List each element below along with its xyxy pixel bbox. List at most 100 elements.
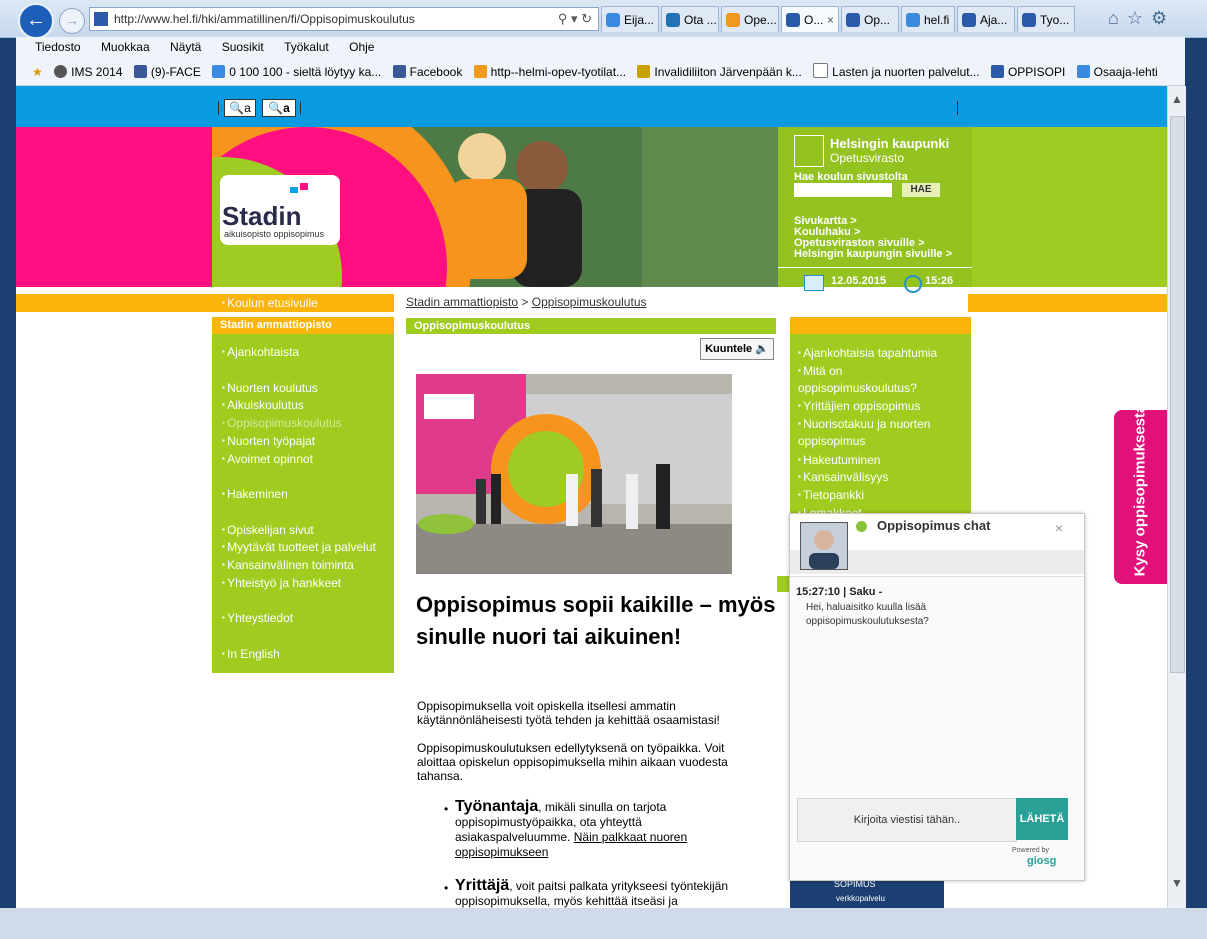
left-nav-item[interactable]: Avoimet opinnot	[222, 452, 313, 466]
logo-square-icon	[300, 183, 308, 190]
left-nav-item[interactable]: Aikuiskoulutus	[222, 398, 304, 412]
zoom-in-button[interactable]: 🔍a	[262, 99, 296, 117]
search-button[interactable]: HAE	[902, 183, 940, 197]
speaker-icon: 🔈	[755, 343, 769, 355]
fav-item[interactable]: Facebook	[392, 59, 462, 85]
entrepreneur-bullet: Yrittäjä, voit paitsi palkata yrityksees…	[455, 877, 729, 909]
content-photo	[416, 374, 732, 574]
left-nav-item[interactable]: Myytävät tuotteet ja palvelut	[222, 540, 376, 554]
address-bar[interactable]: http://www.hel.fi/hki/ammatillinen/fi/Op…	[89, 7, 599, 31]
favorites-bar: ★ IMS 2014 (9)-FACE 0 100 100 - sieltä l…	[16, 59, 1185, 86]
left-nav-item[interactable]: Yhteystiedot	[222, 611, 293, 625]
opev-icon	[473, 65, 487, 78]
left-nav-title: Stadin ammattiopisto	[212, 317, 394, 334]
tab-6[interactable]: hel.fi	[901, 6, 955, 32]
logo-square-icon	[290, 187, 298, 193]
chat-message-text: Hei, haluaisitko kuulla lisää oppisopimu…	[806, 602, 929, 627]
listen-button[interactable]: Kuuntele 🔈	[700, 338, 774, 360]
right-nav-item[interactable]: Tietopankki	[798, 486, 864, 504]
time-text: 15:26	[925, 275, 954, 287]
chat-close-icon[interactable]: ×	[1055, 520, 1063, 536]
chat-send-button[interactable]: LÄHETÄ	[1016, 798, 1068, 840]
left-nav-item[interactable]: Kansainvälinen toiminta	[222, 558, 354, 572]
right-nav-item[interactable]: Hakeutuminen	[798, 451, 880, 469]
divider	[300, 101, 301, 115]
logo-subtext: aikuisopisto oppisopimus	[224, 229, 325, 239]
giosg-logo[interactable]: giosg	[1027, 855, 1056, 867]
left-nav-item[interactable]: Ajankohtaista	[222, 345, 299, 359]
divider	[218, 101, 219, 115]
menu-view[interactable]: Näytä	[170, 40, 201, 54]
back-button[interactable]: ←	[18, 3, 54, 39]
site-search-input[interactable]	[794, 183, 892, 197]
facebook-icon	[392, 65, 406, 78]
tab-7[interactable]: Aja...	[957, 6, 1015, 32]
address-controls-icon[interactable]: ⚲ ▾ ↻	[558, 8, 592, 30]
right-nav-item[interactable]: Kansainvälisyys	[798, 468, 888, 486]
left-nav-item[interactable]: In English	[222, 647, 280, 661]
home-favorites-settings-icons[interactable]: ⌂☆⚙	[1108, 8, 1175, 29]
tab-8[interactable]: Tyo...	[1017, 6, 1075, 32]
zoom-out-button[interactable]: 🔍a	[224, 99, 256, 117]
breadcrumb-root[interactable]: Stadin ammattiopisto	[406, 295, 518, 309]
clock-icon	[904, 275, 922, 293]
add-favorite-star-icon[interactable]: ★	[32, 59, 43, 85]
header-city-block: Helsingin kaupunki Opetusvirasto Hae kou…	[778, 127, 972, 293]
menu-file[interactable]: Tiedosto	[35, 40, 81, 54]
green-marker	[777, 576, 789, 592]
left-nav-item-current[interactable]: Oppisopimuskoulutus	[222, 416, 342, 430]
menu-tools[interactable]: Työkalut	[284, 40, 329, 54]
fav-item[interactable]: OPPISOPI	[990, 59, 1065, 85]
left-nav-item[interactable]: Nuorten koulutus	[222, 381, 318, 395]
scroll-down-icon[interactable]: ▼	[1171, 876, 1183, 890]
city-dept: Opetusvirasto	[830, 151, 905, 165]
city-name: Helsingin kaupunki	[830, 136, 950, 151]
page-headline: Oppisopimus sopii kaikille – myös sinull…	[416, 592, 776, 649]
fav-item[interactable]: (9)-FACE	[133, 59, 201, 85]
left-nav-item[interactable]: Opiskelijan sivut	[222, 523, 314, 537]
home-link[interactable]: Koulun etusivulle	[222, 296, 318, 310]
chat-message-input[interactable]: Kirjoita viestisi tähän..	[797, 798, 1017, 842]
tab-close-icon[interactable]: ×	[827, 7, 834, 32]
menu-bar: Tiedosto Muokkaa Näytä Suosikit Työkalut…	[16, 37, 1185, 59]
tab-2[interactable]: Ota ...	[661, 6, 719, 32]
header-green-block	[972, 127, 1167, 287]
left-nav-item[interactable]: Hakeminen	[222, 487, 288, 501]
tab-1[interactable]: Eija...	[601, 6, 659, 32]
menu-favorites[interactable]: Suosikit	[222, 40, 264, 54]
right-nav-item[interactable]: Nuorisotakuu ja nuorten oppisopimus	[798, 415, 958, 450]
scroll-up-icon[interactable]: ▲	[1171, 92, 1183, 106]
header-banner-image: Stadin aikuisopisto oppisopimus	[212, 127, 778, 287]
ie-page-icon	[906, 13, 920, 27]
opev-icon	[726, 13, 740, 27]
hel-favicon-icon	[846, 13, 860, 27]
scroll-thumb[interactable]	[1170, 116, 1185, 673]
tab-5[interactable]: Op...	[841, 6, 899, 32]
ie-page-icon	[1076, 65, 1090, 78]
hel-favicon-icon	[962, 13, 976, 27]
address-text: http://www.hel.fi/hki/ammatillinen/fi/Op…	[114, 12, 415, 26]
left-nav-item[interactable]: Yhteistyö ja hankkeet	[222, 576, 341, 590]
link-city-site[interactable]: Helsingin kaupungin sivuille >	[794, 248, 952, 260]
fav-item[interactable]: Lasten ja nuorten palvelut...	[813, 59, 980, 85]
right-nav-item[interactable]: Yrittäjien oppisopimus	[798, 397, 920, 415]
logo-text: Stadin	[222, 201, 302, 231]
chat-widget: Oppisopimus chat × 15:27:10 | Saku - Hei…	[789, 513, 1085, 881]
menu-help[interactable]: Ohje	[349, 40, 374, 54]
vertical-scrollbar[interactable]: ▲ ▼	[1167, 86, 1186, 908]
tab-3[interactable]: Ope...	[721, 6, 779, 32]
menu-edit[interactable]: Muokkaa	[101, 40, 150, 54]
fav-item[interactable]: 0 100 100 - sieltä löytyy ka...	[212, 59, 381, 85]
fav-item[interactable]: Invalidiliiton Järvenpään k...	[637, 59, 802, 85]
fav-item[interactable]: Osaaja-lehti	[1076, 59, 1158, 85]
forward-button[interactable]: →	[59, 8, 85, 34]
breadcrumb-current[interactable]: Oppisopimuskoulutus	[532, 295, 647, 309]
tab-active[interactable]: O... ×	[781, 6, 839, 32]
right-nav-item[interactable]: Mitä on oppisopimuskoulutus?	[798, 362, 958, 397]
fav-item[interactable]: http--helmi-opev-tyotilat...	[473, 59, 626, 85]
ask-side-tab[interactable]: Kysy oppisopimuksesta	[1114, 405, 1167, 584]
right-nav-item[interactable]: Ajankohtaisia tapahtumia	[798, 344, 937, 362]
left-nav-item[interactable]: Nuorten työpajat	[222, 434, 315, 448]
fav-item[interactable]: IMS 2014	[54, 59, 122, 85]
date-text: 12.05.2015	[831, 275, 887, 287]
